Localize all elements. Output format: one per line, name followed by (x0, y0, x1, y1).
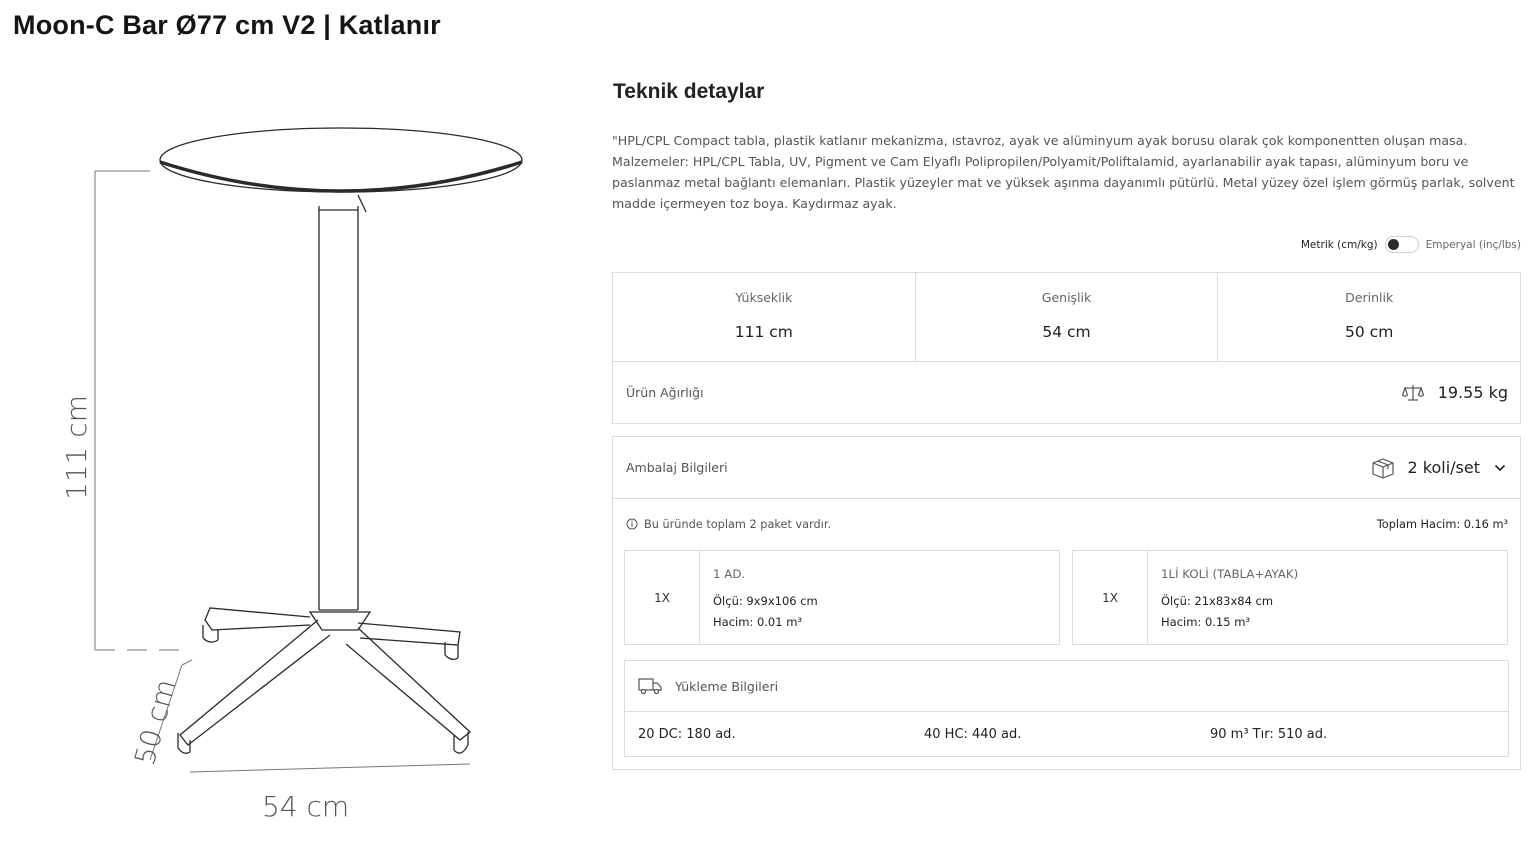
switch-knob (1387, 239, 1399, 250)
dimension-value: 50 cm (1345, 323, 1394, 341)
info-icon (626, 518, 638, 530)
unit-switch[interactable] (1384, 236, 1419, 253)
weight-row: Ürün Ağırlığı 19.55 kg (613, 362, 1520, 423)
loading-label: Yükleme Bilgileri (675, 678, 779, 694)
dimensions-row: Yükseklik 111 cm Genişlik 54 cm Derinlik… (613, 273, 1520, 362)
package-size: Ölçü: 9x9x106 cm (713, 594, 818, 608)
package-info: 1Lİ KOLİ (TABLA+AYAK) Ölçü: 21x83x84 cm … (1148, 551, 1298, 644)
weight-label: Ürün Ağırlığı (626, 385, 704, 400)
packaging-panel: Ambalaj Bilgileri 2 koli/set Bu üründe t… (612, 436, 1521, 770)
technical-details: Teknik detaylar "HPL/CPL Compact tabla, … (612, 80, 1521, 770)
product-title: Moon-C Bar Ø77 cm V2 | Katlanır (13, 10, 441, 40)
total-volume: Toplam Hacim: 0.16 m³ (1376, 517, 1508, 531)
package-qty: 1X (625, 551, 700, 644)
truck-icon (638, 678, 662, 695)
package-volume: Hacim: 0.01 m³ (713, 615, 803, 629)
package-size: Ölçü: 21x83x84 cm (1161, 594, 1274, 608)
box-icon (1371, 457, 1394, 479)
dimension-value: 111 cm (734, 323, 793, 341)
product-description: "HPL/CPL Compact tabla, plastik katlanır… (612, 133, 1515, 211)
package-count-info: Bu üründe toplam 2 paket vardır. (626, 518, 831, 531)
dimension-label: Yükseklik (735, 290, 793, 305)
dimension-width: Genişlik 54 cm (916, 273, 1219, 361)
package-list: 1X 1 AD. Ölçü: 9x9x106 cm Hacim: 0.01 m³… (624, 550, 1509, 645)
packaging-value-group: 2 koli/set (1371, 456, 1506, 480)
metric-label[interactable]: Metrik (cm/kg) (1301, 239, 1378, 251)
section-title: Teknik detaylar (613, 80, 765, 103)
product-drawing: 111 cm 50 cm 54 cm (40, 120, 550, 840)
imperial-label[interactable]: Emperyal (inç/lbs) (1426, 239, 1521, 251)
packaging-value: 2 koli/set (1407, 458, 1480, 477)
package-name: 1Lİ KOLİ (TABLA+AYAK) (1161, 567, 1299, 581)
dimension-label: Genişlik (1041, 290, 1092, 305)
loading-item: 20 DC: 180 ad. (638, 727, 736, 742)
packaging-header[interactable]: Ambalaj Bilgileri 2 koli/set (613, 437, 1520, 499)
package-card: 1X 1 AD. Ölçü: 9x9x106 cm Hacim: 0.01 m³ (624, 550, 1060, 645)
dimension-label: Derinlik (1345, 290, 1394, 305)
width-dimension-label: 54 cm (262, 790, 350, 823)
loading-info-panel: Yükleme Bilgileri 20 DC: 180 ad. 40 HC: … (624, 660, 1509, 757)
chevron-down-icon[interactable] (1494, 464, 1506, 472)
package-qty: 1X (1073, 551, 1148, 644)
dimension-depth: Derinlik 50 cm (1218, 273, 1520, 361)
loading-row: 20 DC: 180 ad. 40 HC: 440 ad. 90 m³ Tır:… (625, 712, 1508, 757)
weight-value-group: 19.55 kg (1401, 383, 1508, 402)
package-volume: Hacim: 0.15 m³ (1161, 615, 1251, 629)
packaging-label: Ambalaj Bilgileri (626, 460, 728, 475)
scale-icon (1401, 384, 1424, 401)
dimensions-table: Yükseklik 111 cm Genişlik 54 cm Derinlik… (612, 272, 1521, 424)
package-count-text: Bu üründe toplam 2 paket vardır. (644, 517, 832, 531)
package-name: 1 AD. (713, 567, 746, 581)
loading-item: 40 HC: 440 ad. (924, 727, 1022, 742)
package-info: 1 AD. Ölçü: 9x9x106 cm Hacim: 0.01 m³ (700, 551, 818, 644)
height-dimension-label: 111 cm (60, 394, 93, 500)
dimension-value: 54 cm (1042, 323, 1091, 341)
loading-item: 90 m³ Tır: 510 ad. (1210, 727, 1328, 742)
unit-toggle: Metrik (cm/kg) Emperyal (inç/lbs) (1301, 236, 1521, 253)
packaging-info: Bu üründe toplam 2 paket vardır. Toplam … (613, 499, 1520, 549)
dimension-height: Yükseklik 111 cm (613, 273, 916, 361)
loading-header: Yükleme Bilgileri (625, 661, 1508, 712)
weight-value: 19.55 kg (1437, 383, 1508, 402)
table-line-drawing (94, 127, 523, 773)
package-card: 1X 1Lİ KOLİ (TABLA+AYAK) Ölçü: 21x83x84 … (1072, 550, 1508, 645)
